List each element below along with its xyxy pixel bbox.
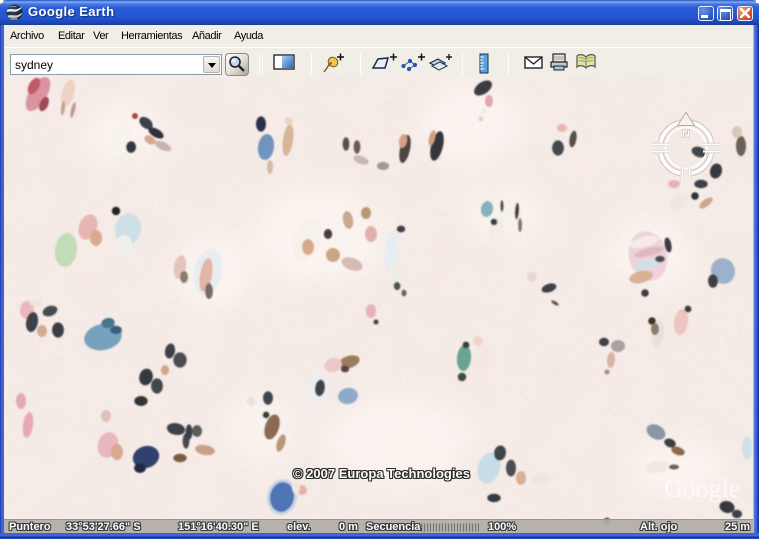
svg-text:N: N [682, 128, 690, 140]
